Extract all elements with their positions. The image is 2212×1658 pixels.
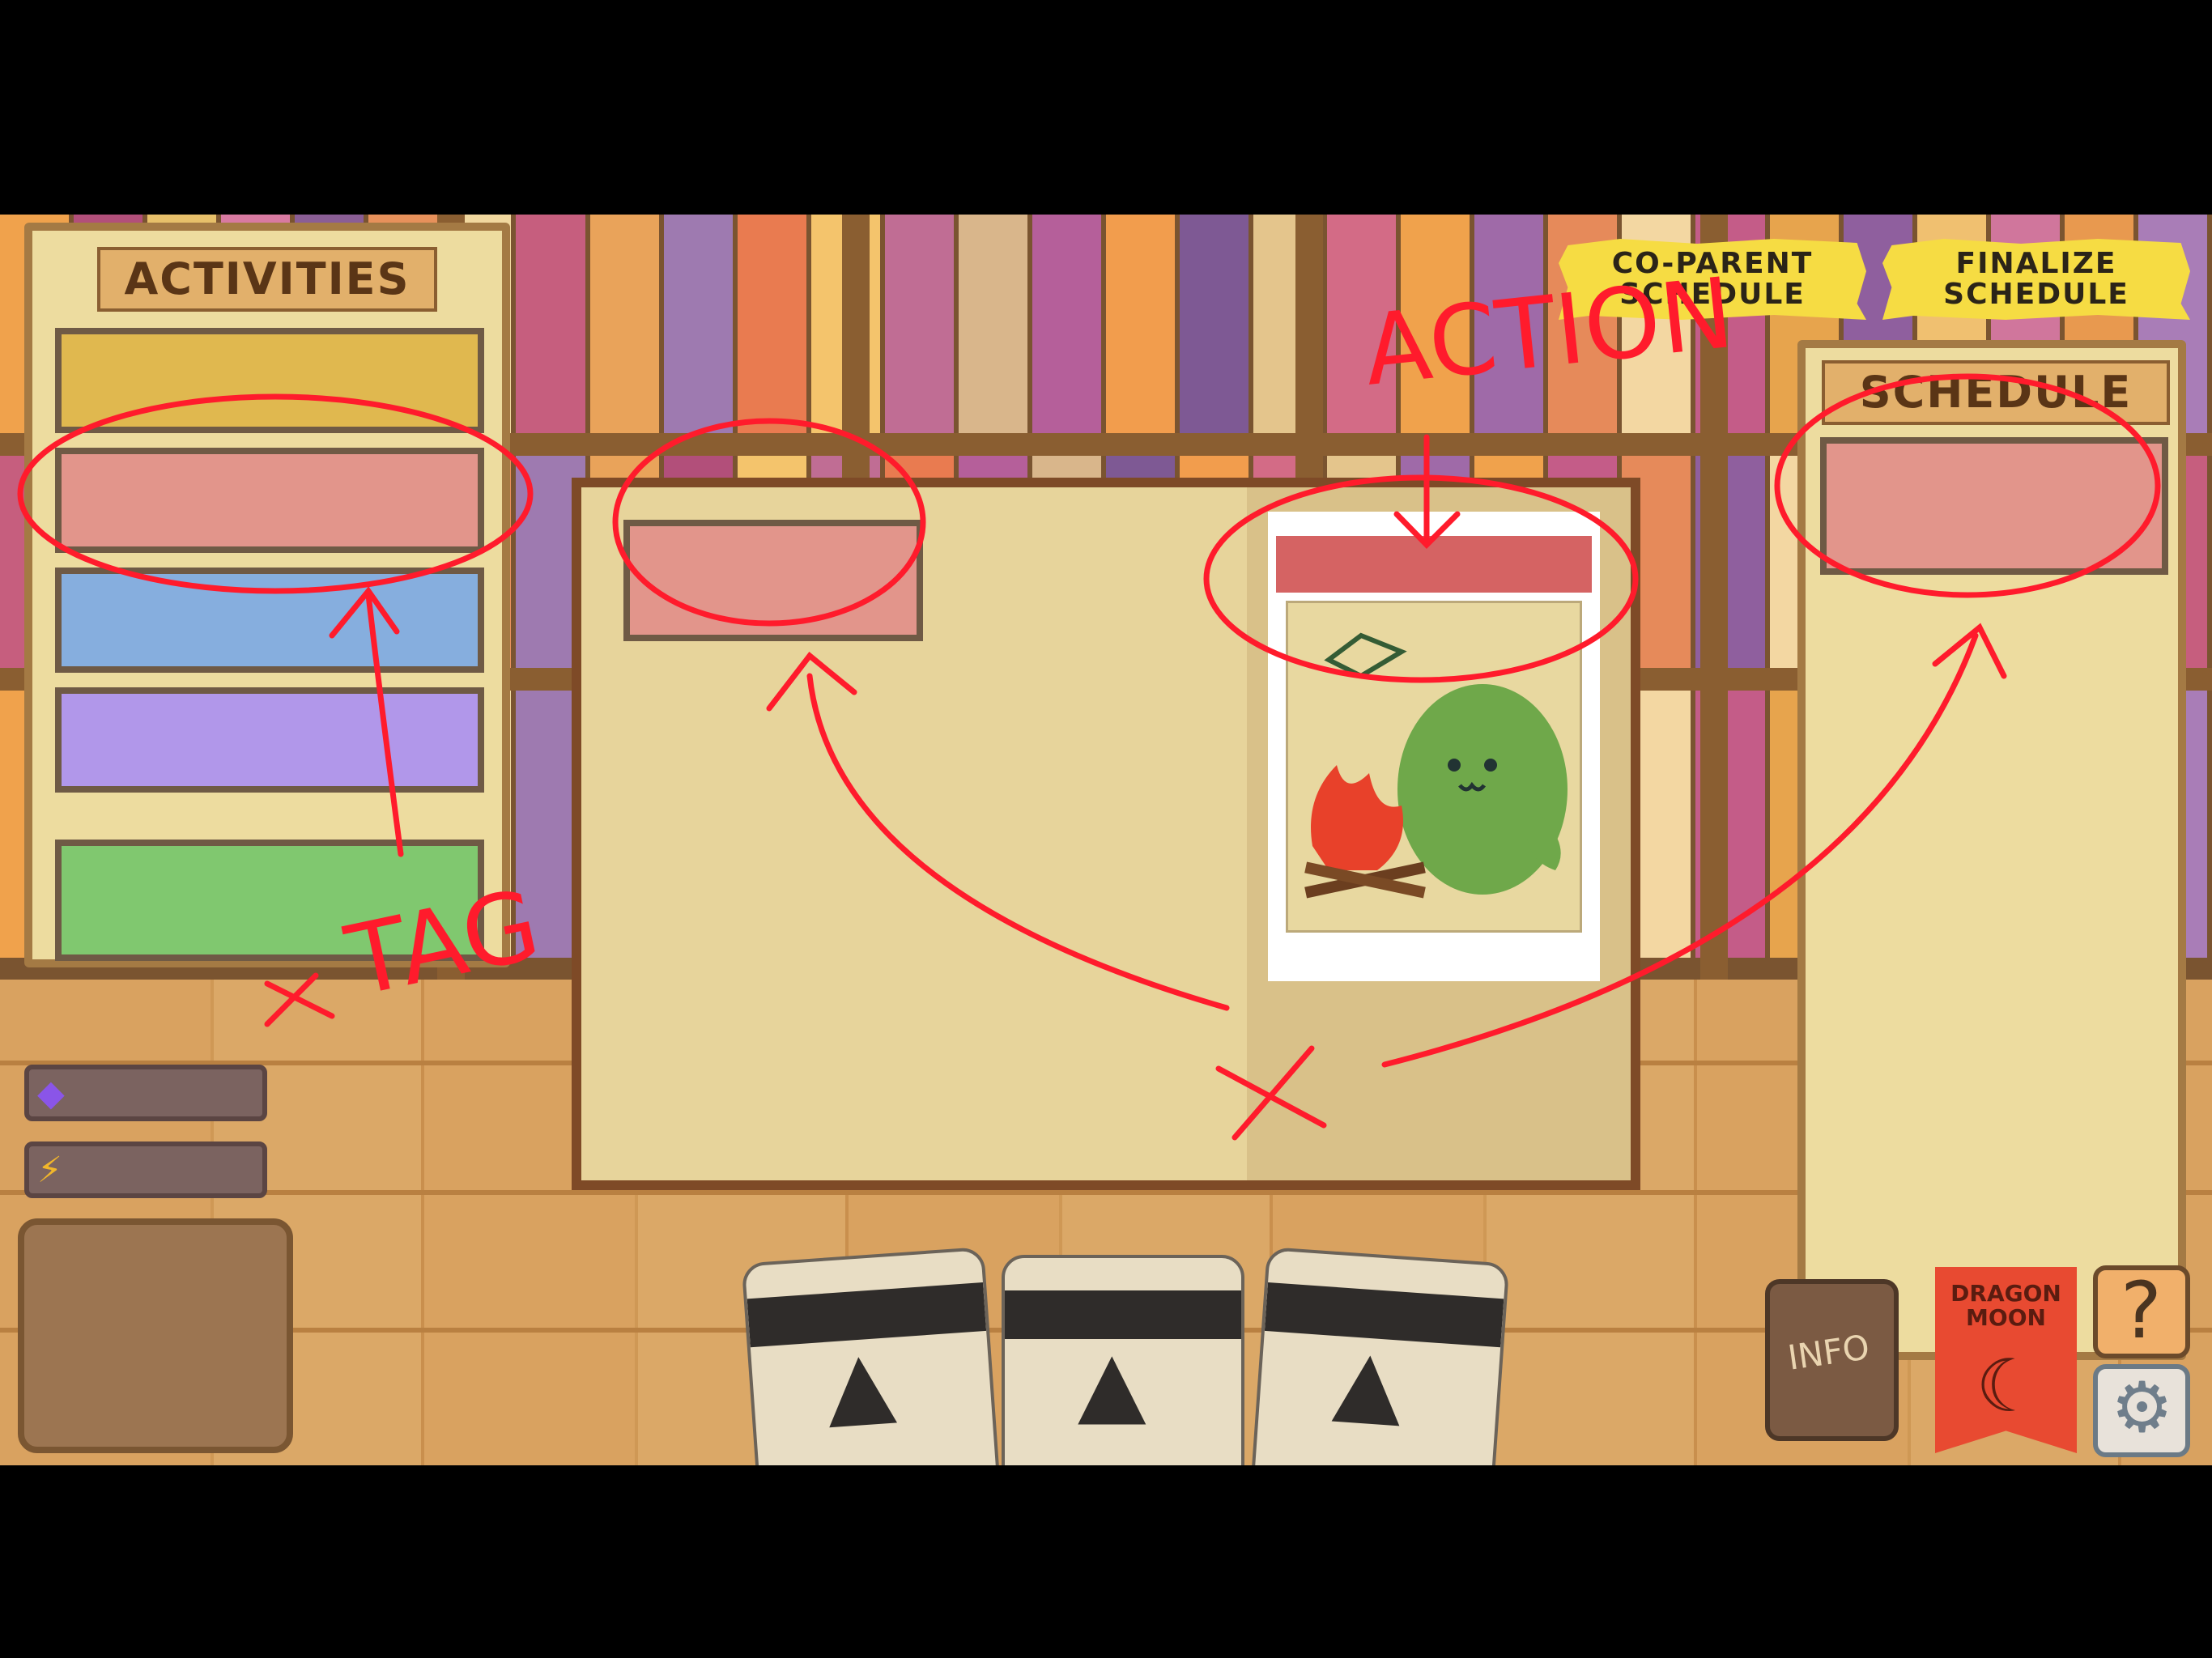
activity-tag-green[interactable] xyxy=(55,840,484,961)
hand-card-1[interactable]: ▲ xyxy=(741,1246,1000,1465)
info-label: INFO xyxy=(1785,1327,1872,1378)
action-bar[interactable] xyxy=(1276,536,1592,593)
help-button[interactable]: ? xyxy=(2093,1265,2190,1358)
schedule-panel: SCHEDULE xyxy=(1797,340,2186,1360)
activities-panel: ACTIVITIES xyxy=(24,223,510,967)
hand-card-3[interactable]: ▲ xyxy=(1251,1246,1510,1465)
polaroid-card[interactable] xyxy=(1268,512,1600,981)
activity-tag-pink[interactable] xyxy=(55,448,484,553)
moon-icon: ☾ xyxy=(1976,1344,2041,1429)
activities-title: ACTIVITIES xyxy=(97,247,437,312)
finalize-schedule-button[interactable]: FINALIZE SCHEDULE xyxy=(1882,239,2190,320)
settings-button[interactable]: ⚙ xyxy=(2093,1364,2190,1457)
dragon-moon-label: DRAGON MOON xyxy=(1950,1280,2061,1331)
gear-icon: ⚙ xyxy=(2111,1367,2174,1448)
help-icon: ? xyxy=(2121,1265,2162,1356)
schedule-title: SCHEDULE xyxy=(1822,360,2170,425)
schedule-slot[interactable] xyxy=(1820,437,2168,575)
activity-tag-purple[interactable] xyxy=(55,687,484,793)
book-activity-tag[interactable] xyxy=(623,520,923,641)
hand-card-2[interactable]: ▲ xyxy=(1002,1255,1244,1465)
lightning-icon: ⚡ xyxy=(37,1150,62,1191)
energy-resource-bar: ⚡ xyxy=(24,1141,267,1198)
campfire-dragon-illustration xyxy=(1304,632,1568,899)
info-book-button[interactable]: INFO xyxy=(1765,1279,1899,1441)
activity-tag-blue[interactable] xyxy=(55,568,484,673)
inventory-slot[interactable] xyxy=(18,1218,293,1453)
purple-gem-icon: ◆ xyxy=(37,1073,65,1114)
co-parent-schedule-button[interactable]: CO-PARENT SCHEDULE xyxy=(1559,239,1866,320)
gem-resource-bar: ◆ xyxy=(24,1065,267,1121)
wizard-icon: ▲ xyxy=(1078,1331,1146,1435)
wizard-icon: ▲ xyxy=(822,1329,899,1438)
activity-tag-yellow[interactable] xyxy=(55,328,484,433)
game-scene: ACTIVITIES ◆ ⚡ CO-PARENT SCHEDULE FINALI… xyxy=(0,215,2212,1465)
dragon-moon-button[interactable]: DRAGON MOON ☾ xyxy=(1935,1267,2077,1453)
activity-book xyxy=(572,478,1640,1190)
polaroid-photo xyxy=(1286,601,1582,933)
wizard-icon: ▲ xyxy=(1330,1328,1406,1436)
